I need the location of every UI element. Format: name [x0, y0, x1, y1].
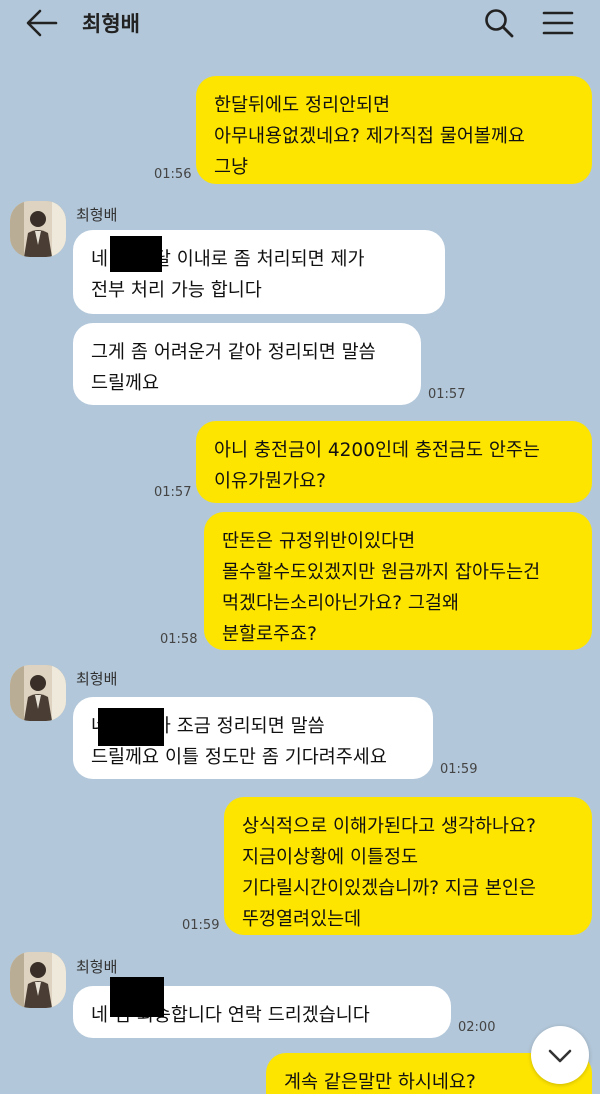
message-timestamp: 01:58 [160, 632, 198, 647]
message-timestamp: 01:57 [428, 387, 466, 402]
scroll-to-bottom-button[interactable] [531, 1026, 589, 1084]
sender-name: 최형배 [76, 958, 118, 976]
message-line: 몰수할수도있겠지만 원금까지 잡아두는건 [222, 562, 541, 583]
message-line: 아니 충전금이 4200인데 충전금도 안주는 [214, 440, 540, 461]
redaction-box [110, 236, 162, 272]
redaction-box [98, 708, 164, 746]
message-bubble-sent[interactable]: 상식적으로 이해가된다고 생각하나요? 지금이상황에 이틀정도 기다릴시간이있겠… [224, 797, 592, 935]
message-line: 상식적으로 이해가된다고 생각하나요? [242, 816, 536, 837]
message-timestamp: 01:59 [440, 762, 478, 777]
search-icon[interactable] [482, 6, 516, 40]
message-line: 뚜껑열려있는데 [242, 909, 362, 930]
avatar-photo [10, 201, 66, 257]
message-line: 아무내용없겠네요? 제가직접 물어볼께요 [214, 126, 525, 147]
chat-header: 최형배 [0, 0, 600, 48]
message-line: 드릴께요 이틀 정도만 좀 기다려주세요 [91, 747, 387, 768]
message-line: 기다릴시간이있겠습니까? 지금 본인은 [242, 878, 536, 899]
avatar[interactable] [10, 665, 66, 721]
chevron-down-icon [548, 1049, 572, 1063]
message-line: 먹겠다는소리아닌가요? 그걸왜 [222, 593, 459, 614]
message-line: 지금이상황에 이틀정도 [242, 847, 419, 868]
message-line: 분할로주죠? [222, 624, 317, 645]
message-timestamp: 01:57 [154, 485, 192, 500]
avatar-photo [10, 952, 66, 1008]
message-timestamp: 01:56 [154, 167, 192, 182]
message-line: 그게 좀 어려운거 같아 정리되면 말씀 [91, 342, 376, 363]
message-line: 딴돈은 규정위반이있다면 [222, 531, 416, 552]
redaction-box [110, 977, 164, 1017]
message-line: 드릴께요 [91, 373, 160, 394]
sender-name: 최형배 [76, 670, 118, 688]
message-bubble-sent[interactable]: 아니 충전금이 4200인데 충전금도 안주는 이유가뭔가요? [196, 421, 592, 503]
message-bubble-sent[interactable]: 딴돈은 규정위반이있다면 몰수할수도있겠지만 원금까지 잡아두는건 먹겠다는소리… [204, 512, 592, 650]
hamburger-menu-icon[interactable] [540, 6, 576, 40]
message-bubble-received[interactable]: 그게 좀 어려운거 같아 정리되면 말씀 드릴께요 [73, 323, 421, 405]
message-line: 그냥 [214, 157, 249, 178]
chat-title: 최형배 [82, 12, 140, 36]
arrow-left-icon[interactable] [22, 6, 62, 40]
avatar[interactable] [10, 201, 66, 257]
message-line: 전부 처리 가능 합니다 [91, 280, 262, 301]
message-timestamp: 01:59 [182, 918, 220, 933]
avatar-photo [10, 665, 66, 721]
sender-name: 최형배 [76, 206, 118, 224]
message-line: 이유가뭔가요? [214, 471, 326, 492]
message-bubble-sent[interactable]: 한달뒤에도 정리안되면 아무내용없겠네요? 제가직접 물어볼께요 그냥 [196, 76, 592, 184]
message-timestamp: 02:00 [458, 1020, 496, 1035]
message-line: 한달뒤에도 정리안되면 [214, 95, 391, 116]
avatar[interactable] [10, 952, 66, 1008]
